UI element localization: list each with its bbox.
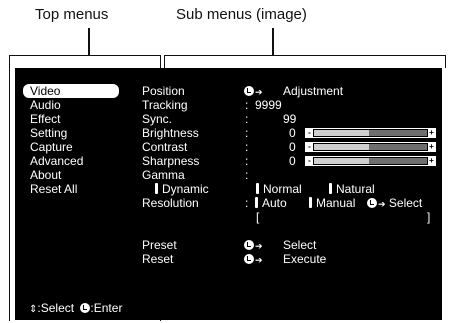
contrast-slider[interactable]: - + bbox=[305, 142, 436, 152]
position-label[interactable]: Position bbox=[142, 84, 185, 98]
top-menu-advanced[interactable]: Advanced bbox=[23, 154, 119, 168]
preset-label[interactable]: Preset bbox=[142, 238, 177, 252]
resolution-bracket-close: ] bbox=[427, 210, 431, 224]
top-menu-setting[interactable]: Setting bbox=[23, 126, 119, 140]
menu-screen: Video Audio Effect Setting Capture Advan… bbox=[15, 68, 442, 320]
resolution-select-button[interactable]: ➔ Select bbox=[367, 196, 422, 211]
top-menus-leader bbox=[88, 28, 90, 55]
sub-menus-callout: Sub menus (image) bbox=[176, 6, 307, 23]
top-menu-effect[interactable]: Effect bbox=[23, 112, 119, 126]
resolution-colon: : bbox=[245, 196, 249, 210]
gamma-normal-option[interactable]: Normal bbox=[256, 182, 302, 196]
sync-value: 99 bbox=[283, 112, 297, 126]
position-enter-icon: ➔ bbox=[244, 84, 263, 99]
gamma-dynamic-option[interactable]: Dynamic bbox=[155, 182, 209, 196]
gamma-colon: : bbox=[245, 168, 249, 182]
gamma-natural-option[interactable]: Natural bbox=[329, 182, 375, 196]
top-menu-video[interactable]: Video bbox=[23, 84, 119, 98]
preset-enter-icon: ➔ bbox=[244, 238, 263, 253]
resolution-manual-label: Manual bbox=[316, 196, 356, 210]
sharpness-colon: : bbox=[245, 154, 249, 168]
sharpness-label[interactable]: Sharpness bbox=[142, 154, 199, 168]
resolution-bracket-open: [ bbox=[256, 210, 260, 224]
sync-label[interactable]: Sync. bbox=[142, 112, 172, 126]
top-menu-about[interactable]: About bbox=[23, 168, 119, 182]
reset-value[interactable]: Execute bbox=[283, 252, 326, 266]
top-menus-callout: Top menus bbox=[35, 6, 109, 23]
resolution-label[interactable]: Resolution bbox=[142, 196, 199, 210]
brightness-value: 0 bbox=[289, 126, 296, 140]
preset-value[interactable]: Select bbox=[283, 238, 316, 252]
sub-menus-bracket bbox=[164, 55, 446, 68]
top-menu-capture[interactable]: Capture bbox=[23, 140, 119, 154]
contrast-colon: : bbox=[245, 140, 249, 154]
resolution-manual-option[interactable]: Manual bbox=[309, 196, 355, 210]
sharpness-slider[interactable]: - + bbox=[305, 156, 436, 166]
brightness-label[interactable]: Brightness bbox=[142, 126, 199, 140]
resolution-auto-option[interactable]: Auto bbox=[255, 196, 287, 210]
enter-icon bbox=[80, 303, 91, 313]
resolution-auto-label: Auto bbox=[262, 196, 287, 210]
brightness-slider[interactable]: - + bbox=[305, 128, 436, 138]
sync-colon: : bbox=[245, 112, 249, 126]
contrast-value: 0 bbox=[289, 140, 296, 154]
position-value: Adjustment bbox=[283, 84, 344, 98]
gamma-label[interactable]: Gamma bbox=[142, 168, 185, 182]
sharpness-value: 0 bbox=[289, 154, 296, 168]
tracking-colon: : bbox=[245, 98, 249, 112]
brightness-colon: : bbox=[245, 126, 249, 140]
top-menu-reset-all[interactable]: Reset All bbox=[23, 182, 119, 196]
footer-enter: :Enter bbox=[90, 301, 123, 315]
contrast-label[interactable]: Contrast bbox=[142, 140, 187, 154]
gamma-dynamic-label: Dynamic bbox=[162, 182, 209, 196]
tracking-label[interactable]: Tracking bbox=[142, 98, 188, 112]
gamma-natural-label: Natural bbox=[336, 182, 375, 196]
enter-icon bbox=[367, 198, 377, 208]
reset-label[interactable]: Reset bbox=[142, 252, 173, 266]
tracking-value: 9999 bbox=[255, 98, 282, 112]
footer-help: ⇕:Select :Enter bbox=[29, 301, 122, 317]
reset-enter-icon: ➔ bbox=[244, 252, 263, 267]
resolution-select-label: Select bbox=[388, 196, 423, 210]
sub-menus-leader bbox=[272, 28, 274, 55]
top-menu-audio[interactable]: Audio bbox=[23, 98, 119, 112]
gamma-normal-label: Normal bbox=[263, 182, 302, 196]
footer-select: :Select bbox=[37, 301, 75, 315]
